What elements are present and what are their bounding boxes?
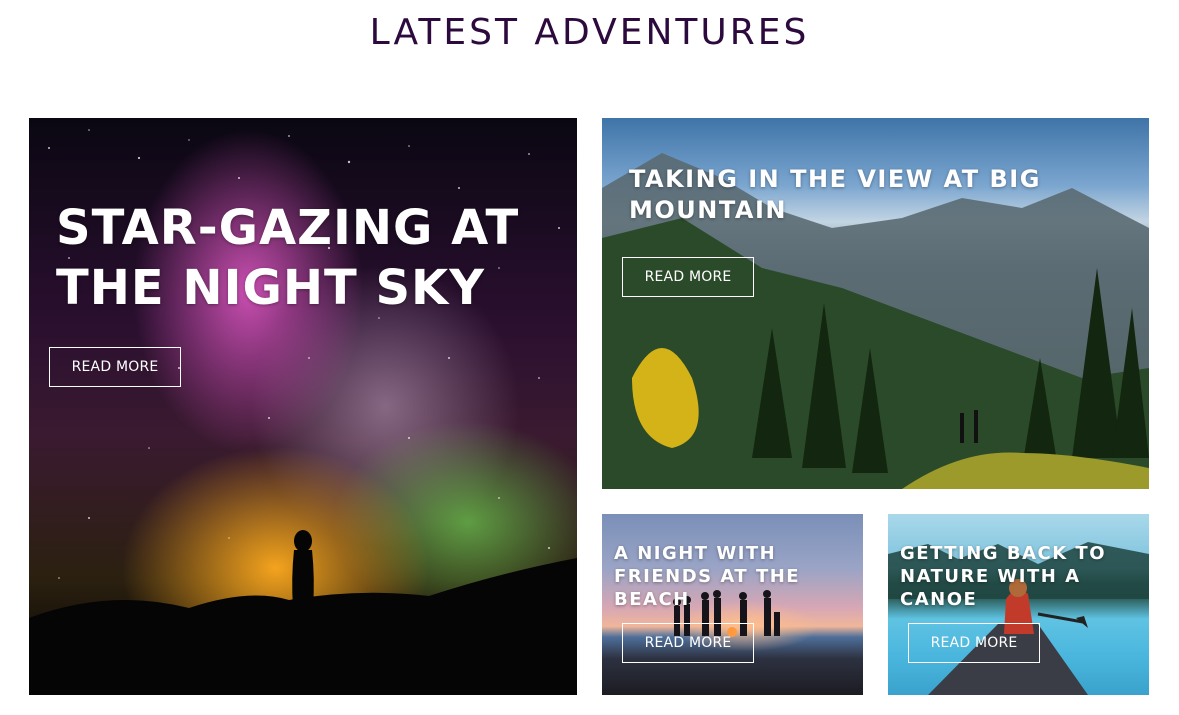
feature-card-mountain[interactable]: TAKING IN THE VIEW AT BIG MOUNTAIN READ … [602,118,1149,489]
card-title: GETTING BACK TO NATURE WITH A CANOE [900,543,1106,610]
feature-card-night-sky[interactable]: STAR-GAZING AT THE NIGHT SKY READ MORE [29,118,577,695]
read-more-button[interactable]: READ MORE [908,623,1040,663]
feature-card-canoe[interactable]: GETTING BACK TO NATURE WITH A CANOE READ… [888,514,1149,695]
read-more-button[interactable]: READ MORE [622,257,754,297]
read-more-button[interactable]: READ MORE [622,623,754,663]
read-more-button[interactable]: READ MORE [49,347,181,387]
card-title: A NIGHT WITH FRIENDS AT THE BEACH [614,543,801,610]
card-title: STAR-GAZING AT THE NIGHT SKY [56,200,520,316]
card-title: TAKING IN THE VIEW AT BIG MOUNTAIN [629,165,1041,224]
section-title: LATEST ADVENTURES [369,12,810,53]
feature-card-beach[interactable]: A NIGHT WITH FRIENDS AT THE BEACH READ M… [602,514,863,695]
